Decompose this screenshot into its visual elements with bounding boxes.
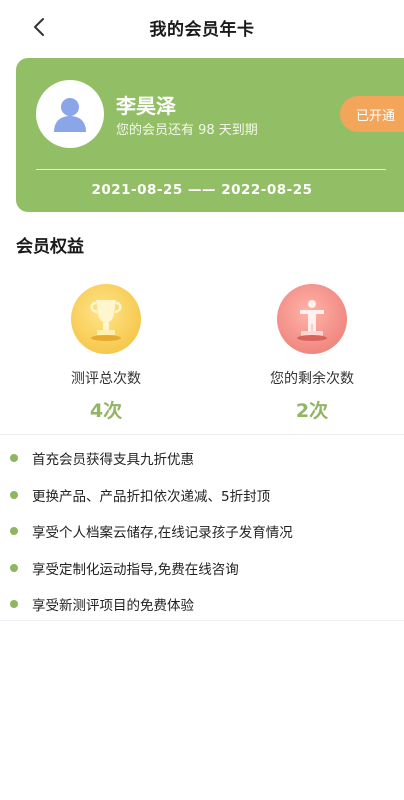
- benefits-list: 首充会员获得支具九折优惠 更换产品、产品折扣依次递减、5折封顶 享受个人档案云储…: [10, 440, 404, 623]
- avatar[interactable]: [36, 80, 104, 148]
- benefit-text: 享受个人档案云储存,在线记录孩子发育情况: [32, 525, 293, 542]
- user-name: 李昊泽: [116, 94, 176, 118]
- card-divider: [36, 169, 386, 170]
- list-item: 更换产品、产品折扣依次递减、5折封顶: [10, 477, 404, 514]
- bullet-dot-icon: [10, 454, 18, 463]
- stat-icon-bg: [277, 284, 347, 354]
- list-item: 享受定制化运动指导,免费在线咨询: [10, 550, 404, 587]
- list-item: 首充会员获得支具九折优惠: [10, 440, 404, 477]
- status-badge[interactable]: 已开通: [340, 96, 404, 132]
- bullet-dot-icon: [10, 490, 18, 499]
- header: 我的会员年卡: [0, 0, 404, 54]
- benefit-text: 享受新测评项目的免费体验: [32, 598, 194, 615]
- list-divider: [0, 434, 404, 435]
- stat-icon-bg: [71, 284, 141, 354]
- bottom-divider: [0, 620, 404, 621]
- member-card: 李昊泽 您的会员还有 98 天到期 已开通 2021-08-25 —— 2022…: [16, 58, 404, 212]
- stat-value: 2次: [295, 400, 329, 422]
- podium-figure-icon: [297, 300, 327, 341]
- benefit-text: 首充会员获得支具九折优惠: [32, 452, 194, 469]
- page-title: 我的会员年卡: [149, 19, 255, 40]
- list-item: 享受新测评项目的免费体验: [10, 586, 404, 623]
- trophy-cup-icon: [90, 300, 122, 341]
- stat-label: 您的剩余次数: [270, 371, 354, 387]
- date-range: 2021-08-25 —— 2022-08-25: [91, 182, 313, 198]
- stat-value: 4次: [89, 400, 123, 422]
- chevron-left-icon: [34, 18, 44, 36]
- list-item: 享受个人档案云储存,在线记录孩子发育情况: [10, 513, 404, 550]
- section-title: 会员权益: [16, 237, 84, 257]
- stat-remaining-count: 您的剩余次数 2次: [237, 284, 387, 423]
- stat-total-evaluations: 测评总次数 4次: [31, 284, 181, 423]
- expire-text: 您的会员还有 98 天到期: [116, 123, 258, 138]
- user-avatar-icon: [54, 98, 86, 132]
- back-button[interactable]: [22, 12, 56, 42]
- bullet-dot-icon: [10, 600, 18, 609]
- bullet-dot-icon: [10, 527, 18, 536]
- benefit-text: 享受定制化运动指导,免费在线咨询: [32, 561, 239, 578]
- stat-label: 测评总次数: [71, 371, 141, 387]
- bullet-dot-icon: [10, 563, 18, 572]
- benefit-text: 更换产品、产品折扣依次递减、5折封顶: [32, 488, 271, 505]
- member-card-screen: 我的会员年卡 李昊泽 您的会员还有 98 天到期 已开通 2021-08-25 …: [0, 0, 404, 800]
